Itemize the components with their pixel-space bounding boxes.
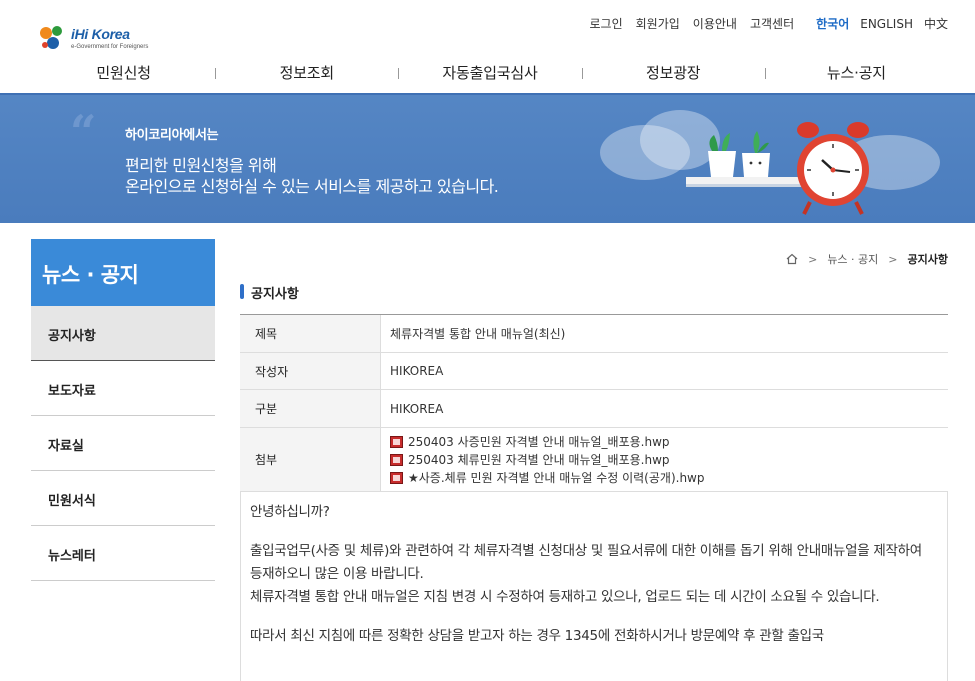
breadcrumb: > 뉴스 · 공지 > 공지사항 <box>786 251 948 267</box>
hwp-file-icon <box>390 453 403 466</box>
logo-subtitle: e-Government for Foreigners <box>71 44 149 50</box>
table-row: 제목 체류자격별 통합 안내 매뉴얼(최신) <box>240 315 948 353</box>
banner-line2: 온라인으로 신청하실 수 있는 서비스를 제공하고 있습니다. <box>125 177 499 196</box>
body-greeting: 안녕하십니까? <box>250 504 330 520</box>
breadcrumb-current: 공지사항 <box>907 253 948 266</box>
body-paragraph: 따라서 최신 지침에 따른 정확한 상담을 받고자 하는 경우 1345에 전화… <box>250 628 824 644</box>
title-value: 체류자격별 통합 안내 매뉴얼(최신) <box>390 327 566 341</box>
home-icon[interactable] <box>786 253 798 265</box>
author-value: HIKOREA <box>390 364 444 378</box>
chevron-right-icon: > <box>808 252 818 266</box>
hwp-file-icon <box>390 471 403 484</box>
alarm-clock-illustration <box>797 122 869 215</box>
page-title: 공지사항 <box>240 283 299 302</box>
table-row: 구분 HIKOREA <box>240 390 948 428</box>
gnb-item-inquiry[interactable]: 정보조회 <box>215 62 398 84</box>
lang-chinese[interactable]: 中文 <box>924 15 948 32</box>
lang-korean[interactable]: 한국어 <box>816 15 849 32</box>
logo-word: iHi Korea <box>71 26 130 42</box>
category-value: HIKOREA <box>390 401 444 416</box>
attachment-filename: 250403 체류민원 자격별 안내 매뉴얼_배포용.hwp <box>408 452 670 467</box>
hwp-file-icon <box>390 435 403 448</box>
side-item-notices[interactable]: 공지사항 <box>31 306 215 361</box>
title-label: 제목 <box>240 315 381 352</box>
table-row: 작성자 HIKOREA <box>240 353 948 390</box>
breadcrumb-section[interactable]: 뉴스 · 공지 <box>827 251 878 267</box>
hero-banner: “ 하이코리아에서는 편리한 민원신청을 위해 온라인으로 신청하실 수 있는 … <box>0 95 975 223</box>
guide-link[interactable]: 이용안내 <box>693 15 737 32</box>
table-row: 첨부 250403 사증민원 자격별 안내 매뉴얼_배포용.hwp 250403… <box>240 428 948 492</box>
body-paragraph: 출입국업무(사증 및 체류)와 관련하여 각 체류자격별 신청대상 및 필요서류… <box>250 543 922 582</box>
notice-body: 안녕하십니까? 출입국업무(사증 및 체류)와 관련하여 각 체류자격별 신청대… <box>240 492 948 681</box>
gnb-item-auto-immigration[interactable]: 자동출입국심사 <box>398 62 581 84</box>
category-label: 구분 <box>240 390 381 427</box>
login-link[interactable]: 로그인 <box>589 15 622 32</box>
main-nav: 민원신청 정보조회 자동출입국심사 정보광장 뉴스·공지 <box>32 62 948 84</box>
attachment-label: 첨부 <box>240 428 381 491</box>
side-item-newsletter[interactable]: 뉴스레터 <box>31 526 215 581</box>
utility-nav: 로그인 회원가입 이용안내 고객센터 한국어 ENGLISH 中文 <box>576 15 948 32</box>
quote-icon: “ <box>70 105 97 159</box>
notice-detail-table: 제목 체류자격별 통합 안내 매뉴얼(최신) 작성자 HIKOREA 구분 HI… <box>240 314 948 492</box>
author-label: 작성자 <box>240 353 381 389</box>
banner-eyebrow: 하이코리아에서는 <box>125 128 219 143</box>
side-nav: 뉴스 · 공지 공지사항 보도자료 자료실 민원서식 뉴스레터 <box>31 239 215 581</box>
side-item-forms[interactable]: 민원서식 <box>31 471 215 526</box>
attachment-filename: ★사증.체류 민원 자격별 안내 매뉴얼 수정 이력(공개).hwp <box>408 470 705 485</box>
gnb-item-news[interactable]: 뉴스·공지 <box>764 62 948 84</box>
gnb-item-apply[interactable]: 민원신청 <box>32 62 215 84</box>
logo-mark-icon <box>40 26 62 49</box>
side-item-archive[interactable]: 자료실 <box>31 416 215 471</box>
side-item-press[interactable]: 보도자료 <box>31 361 215 416</box>
site-logo[interactable]: iHi Korea e-Government for Foreigners <box>37 20 148 54</box>
signup-link[interactable]: 회원가입 <box>636 15 680 32</box>
attachment-filename: 250403 사증민원 자격별 안내 매뉴얼_배포용.hwp <box>408 434 670 449</box>
support-link[interactable]: 고객센터 <box>750 15 794 32</box>
attachment-link[interactable]: 250403 사증민원 자격별 안내 매뉴얼_배포용.hwp <box>390 434 670 450</box>
attachment-list: 250403 사증민원 자격별 안내 매뉴얼_배포용.hwp 250403 체류… <box>381 428 948 491</box>
gnb-item-info-plaza[interactable]: 정보광장 <box>581 62 765 84</box>
attachment-link[interactable]: 250403 체류민원 자격별 안내 매뉴얼_배포용.hwp <box>390 452 670 468</box>
side-nav-title: 뉴스 · 공지 <box>31 239 215 306</box>
body-paragraph: 체류자격별 통합 안내 매뉴얼은 지침 변경 시 수정하여 등재하고 있으나, … <box>250 589 880 605</box>
chevron-right-icon: > <box>888 252 898 266</box>
lang-english[interactable]: ENGLISH <box>860 17 913 31</box>
attachment-link[interactable]: ★사증.체류 민원 자격별 안내 매뉴얼 수정 이력(공개).hwp <box>390 470 704 486</box>
